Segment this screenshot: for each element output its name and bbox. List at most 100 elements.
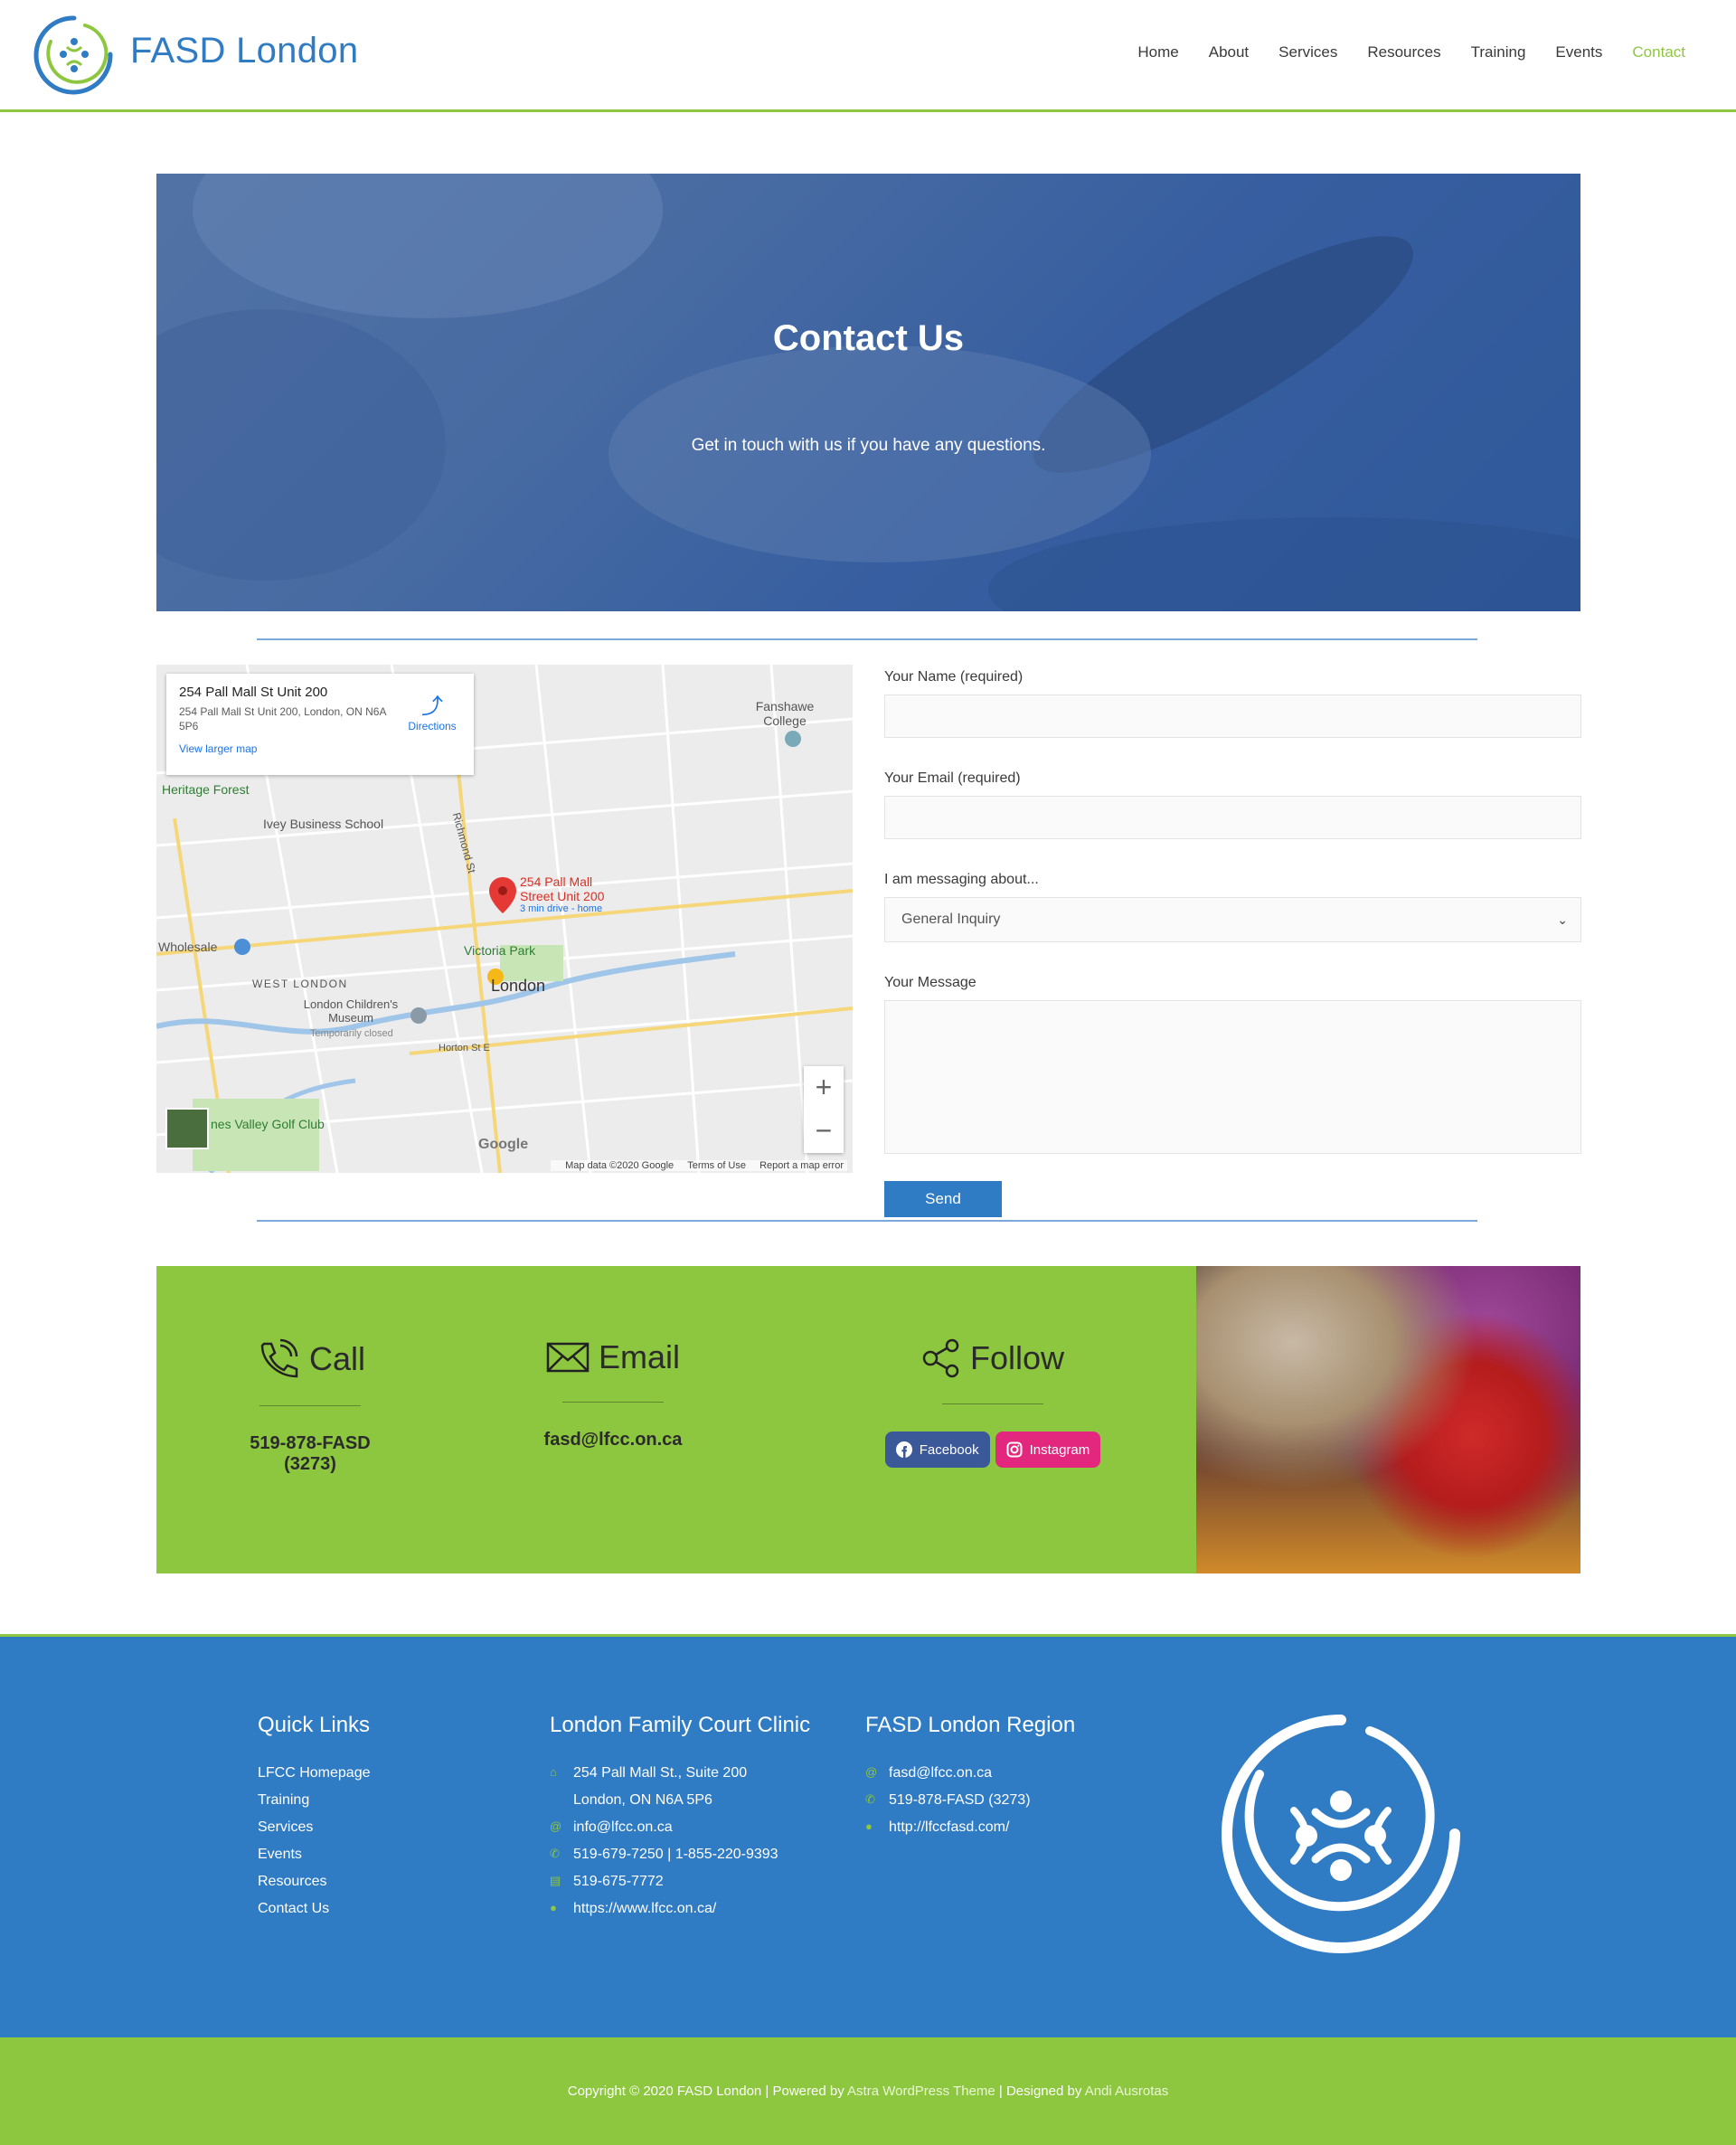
copyright-prefix: Copyright © 2020 FASD London | Powered b…: [567, 2084, 844, 2099]
designer-link[interactable]: Andi Ausrotas: [1085, 2084, 1169, 2099]
clinic-website[interactable]: ● https://www.lfcc.on.ca/: [550, 1901, 810, 1917]
clinic-title: London Family Court Clinic: [550, 1713, 811, 1737]
map-report-link[interactable]: Report a map error: [760, 1160, 844, 1171]
home-icon: ⌂: [550, 1765, 557, 1779]
map-pin-label[interactable]: 254 Pall Mall Street Unit 200 3 min driv…: [520, 874, 619, 915]
topic-select[interactable]: General Inquiry ⌄: [884, 897, 1581, 942]
instagram-label: Instagram: [1029, 1441, 1090, 1458]
nav-training[interactable]: Training: [1471, 43, 1526, 61]
section-divider: [257, 1220, 1477, 1222]
footer-link-resources[interactable]: Resources: [258, 1874, 371, 1890]
directions-button[interactable]: ⤴ Directions: [403, 688, 461, 732]
site-header: FASD London Home About Services Resource…: [0, 0, 1736, 112]
nav-contact[interactable]: Contact: [1632, 43, 1685, 61]
footer-link-services[interactable]: Services: [258, 1819, 371, 1836]
phone-icon: ✆: [865, 1792, 875, 1806]
contact-band: Call 519-878-FASD (3273) Email fasd@lfcc…: [156, 1266, 1196, 1573]
site-footer: Quick Links LFCC Homepage Training Servi…: [0, 1634, 1736, 2037]
quick-links-title: Quick Links: [258, 1713, 371, 1737]
email-field[interactable]: [884, 796, 1581, 839]
region-website[interactable]: ● http://lfccfasd.com/: [865, 1819, 1075, 1836]
call-column: Call 519-878-FASD (3273): [229, 1338, 392, 1475]
map-label-heritage: Heritage Forest: [162, 782, 250, 797]
map-label-horton: Horton St E: [439, 1043, 490, 1054]
girl-with-leaf-photo: [1196, 1266, 1580, 1573]
clinic-address-line1: ⌂ 254 Pall Mall St., Suite 200: [550, 1765, 810, 1781]
footer-link-events[interactable]: Events: [258, 1847, 371, 1863]
share-icon: [922, 1338, 959, 1378]
region-email-text: fasd@lfcc.on.ca: [889, 1765, 993, 1781]
copyright-bar: Copyright © 2020 FASD London | Powered b…: [0, 2037, 1736, 2145]
fasd-logo-icon[interactable]: [33, 14, 116, 96]
map-label-wholesale: Wholesale: [158, 940, 218, 954]
email-column: Email fasd@lfcc.on.ca: [518, 1338, 708, 1450]
zoom-out-button[interactable]: −: [804, 1110, 844, 1153]
message-field[interactable]: [884, 1000, 1581, 1154]
map-label-west-london: WEST LONDON: [252, 978, 348, 990]
map-pin-name: 254 Pall Mall Street Unit 200: [520, 874, 605, 904]
instagram-button[interactable]: Instagram: [995, 1432, 1101, 1468]
nav-about[interactable]: About: [1209, 43, 1249, 61]
view-larger-map-link[interactable]: View larger map: [179, 742, 461, 755]
map-label-temporarily-closed: Temporarily closed: [310, 1028, 393, 1039]
nav-home[interactable]: Home: [1137, 43, 1178, 61]
region-phone[interactable]: ✆ 519-878-FASD (3273): [865, 1792, 1075, 1809]
message-label: Your Message: [884, 975, 976, 990]
facebook-icon: [895, 1441, 912, 1458]
email-address[interactable]: fasd@lfcc.on.ca: [518, 1430, 708, 1450]
region-title: FASD London Region: [865, 1713, 1076, 1737]
at-icon: @: [550, 1819, 562, 1833]
topic-label: I am messaging about...: [884, 872, 1039, 887]
clinic-address-line2: London, ON N6A 5P6: [573, 1792, 712, 1808]
map-label-ivey: Ivey Business School: [263, 817, 384, 831]
hero-overlay: [156, 174, 1580, 611]
phone-icon: [260, 1338, 298, 1378]
call-number[interactable]: 519-878-FASD (3273): [229, 1433, 392, 1475]
region-email[interactable]: @ fasd@lfcc.on.ca: [865, 1765, 1075, 1781]
zoom-in-button[interactable]: +: [804, 1066, 844, 1110]
site-title[interactable]: FASD London: [130, 31, 358, 71]
nav-services[interactable]: Services: [1278, 43, 1337, 61]
email-title: Email: [598, 1338, 681, 1375]
footer-link-lfcc[interactable]: LFCC Homepage: [258, 1765, 371, 1781]
clinic-address-line1-text: 254 Pall Mall St., Suite 200: [573, 1765, 748, 1781]
astra-theme-link[interactable]: Astra WordPress Theme: [847, 2084, 995, 2099]
follow-underline: [942, 1403, 1043, 1404]
name-field[interactable]: [884, 695, 1581, 738]
footer-link-contact[interactable]: Contact Us: [258, 1901, 371, 1917]
nav-resources[interactable]: Resources: [1367, 43, 1440, 61]
topic-selected-value: General Inquiry: [901, 912, 1001, 927]
map-card-address: 254 Pall Mall St Unit 200, London, ON N6…: [179, 705, 386, 732]
send-button[interactable]: Send: [884, 1181, 1002, 1217]
map-pin-drive: 3 min drive - home: [520, 903, 603, 915]
clinic-email-text: info@lfcc.on.ca: [573, 1819, 673, 1835]
directions-label: Directions: [408, 720, 457, 732]
map-label-golf: nes Valley Golf Club: [211, 1117, 325, 1131]
footer-link-training[interactable]: Training: [258, 1792, 371, 1809]
clinic-fax: ▤ 519-675-7772: [550, 1874, 810, 1890]
satellite-toggle[interactable]: [165, 1108, 209, 1149]
call-title: Call: [308, 1340, 365, 1377]
map-footer: Map data ©2020 Google Terms of Use Repor…: [551, 1160, 847, 1171]
section-divider: [257, 638, 1477, 640]
hero-title: Contact Us: [772, 318, 965, 358]
clinic-email[interactable]: @ info@lfcc.on.ca: [550, 1819, 810, 1836]
facebook-button[interactable]: Facebook: [884, 1432, 990, 1468]
clinic-website-text: https://www.lfcc.on.ca/: [573, 1901, 717, 1916]
follow-title: Follow: [969, 1339, 1065, 1376]
contact-form: Your Name (required) Your Email (require…: [884, 665, 1582, 1217]
region-phone-text: 519-878-FASD (3273): [889, 1792, 1031, 1808]
phone-icon: ✆: [550, 1847, 560, 1860]
fax-icon: ▤: [550, 1874, 561, 1887]
copyright-middle: | Designed by: [998, 2084, 1082, 2099]
google-map[interactable]: Fanshawe College Heritage Forest Ivey Bu…: [156, 665, 853, 1173]
hero-subtitle: Get in touch with us if you have any que…: [691, 436, 1046, 455]
map-info-card: 254 Pall Mall St Unit 200 254 Pall Mall …: [166, 674, 474, 775]
globe-icon: ●: [550, 1901, 557, 1914]
clinic-phone[interactable]: ✆ 519-679-7250 | 1-855-220-9393: [550, 1847, 810, 1863]
map-label-victoria-park: Victoria Park: [464, 943, 536, 958]
map-terms-link[interactable]: Terms of Use: [687, 1160, 746, 1171]
clinic-phone-text: 519-679-7250 | 1-855-220-9393: [573, 1847, 778, 1862]
nav-events[interactable]: Events: [1555, 43, 1602, 61]
email-label: Your Email (required): [884, 770, 1021, 786]
